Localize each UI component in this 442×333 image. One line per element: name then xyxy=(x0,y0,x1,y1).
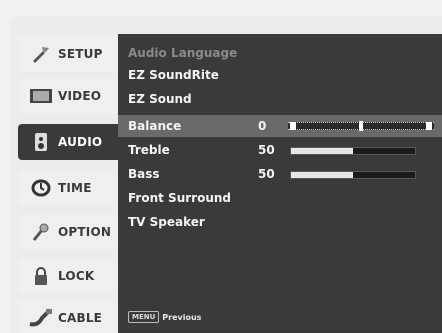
balance-left-end xyxy=(290,122,296,130)
tab-audio[interactable]: AUDIO xyxy=(18,124,122,160)
menu-footer: MENU Previous xyxy=(128,311,201,323)
previous-label: Previous xyxy=(162,312,202,322)
menu-item-audio-language[interactable]: Audio Language xyxy=(118,42,442,64)
menu-item-label: Treble xyxy=(128,143,170,157)
tab-cable[interactable]: CABLE xyxy=(18,300,116,333)
clock-icon xyxy=(28,177,54,199)
osd-menu: SETUP VIDEO AUDIO TIME OPTION LOCK CABLE… xyxy=(10,16,442,333)
tab-video[interactable]: VIDEO xyxy=(18,78,116,114)
balance-slider[interactable] xyxy=(288,121,434,131)
tab-lock[interactable]: LOCK xyxy=(18,258,116,294)
menu-item-treble[interactable]: Treble 50 xyxy=(118,139,442,161)
bass-slider-fill xyxy=(291,172,353,178)
balance-slider-handle[interactable] xyxy=(359,121,363,131)
menu-key-icon: MENU xyxy=(128,311,160,323)
speaker-icon xyxy=(28,131,54,153)
bass-slider[interactable] xyxy=(290,171,416,179)
tab-label: LOCK xyxy=(58,269,95,283)
bass-value: 50 xyxy=(258,167,275,181)
audio-settings-panel: Audio Language EZ SoundRite EZ Sound Bal… xyxy=(118,34,442,333)
menu-item-label: Front Surround xyxy=(128,191,231,205)
cable-icon xyxy=(28,307,54,329)
tab-option[interactable]: OPTION xyxy=(18,214,116,250)
tab-time[interactable]: TIME xyxy=(18,170,116,206)
menu-item-ez-sound[interactable]: EZ Sound xyxy=(118,88,442,110)
option-icon xyxy=(28,221,54,243)
balance-value: 0 xyxy=(258,119,267,133)
tab-label: VIDEO xyxy=(58,89,102,103)
treble-slider-fill xyxy=(291,148,353,154)
menu-item-label: TV Speaker xyxy=(128,215,205,229)
menu-item-ez-soundrite[interactable]: EZ SoundRite xyxy=(118,64,442,86)
tab-label: AUDIO xyxy=(58,135,103,149)
menu-item-label: Balance xyxy=(128,119,182,133)
tab-label: SETUP xyxy=(58,47,103,61)
menu-tabs: SETUP VIDEO AUDIO TIME OPTION LOCK CABLE xyxy=(18,34,122,333)
screen-icon xyxy=(28,85,54,107)
tab-label: CABLE xyxy=(58,311,103,325)
menu-item-balance[interactable]: Balance 0 xyxy=(118,115,442,137)
balance-right-end xyxy=(426,122,432,130)
menu-item-label: EZ Sound xyxy=(128,92,192,106)
menu-item-tv-speaker[interactable]: TV Speaker xyxy=(118,211,442,233)
tab-label: OPTION xyxy=(58,225,112,239)
treble-slider[interactable] xyxy=(290,147,416,155)
menu-item-label: EZ SoundRite xyxy=(128,68,219,82)
menu-item-label: Bass xyxy=(128,167,160,181)
tab-label: TIME xyxy=(58,181,92,195)
wrench-icon xyxy=(28,43,54,65)
lock-icon xyxy=(28,265,54,287)
menu-item-label: Audio Language xyxy=(128,46,238,60)
menu-item-front-surround[interactable]: Front Surround xyxy=(118,187,442,209)
treble-value: 50 xyxy=(258,143,275,157)
tab-setup[interactable]: SETUP xyxy=(18,36,116,72)
menu-item-bass[interactable]: Bass 50 xyxy=(118,163,442,185)
